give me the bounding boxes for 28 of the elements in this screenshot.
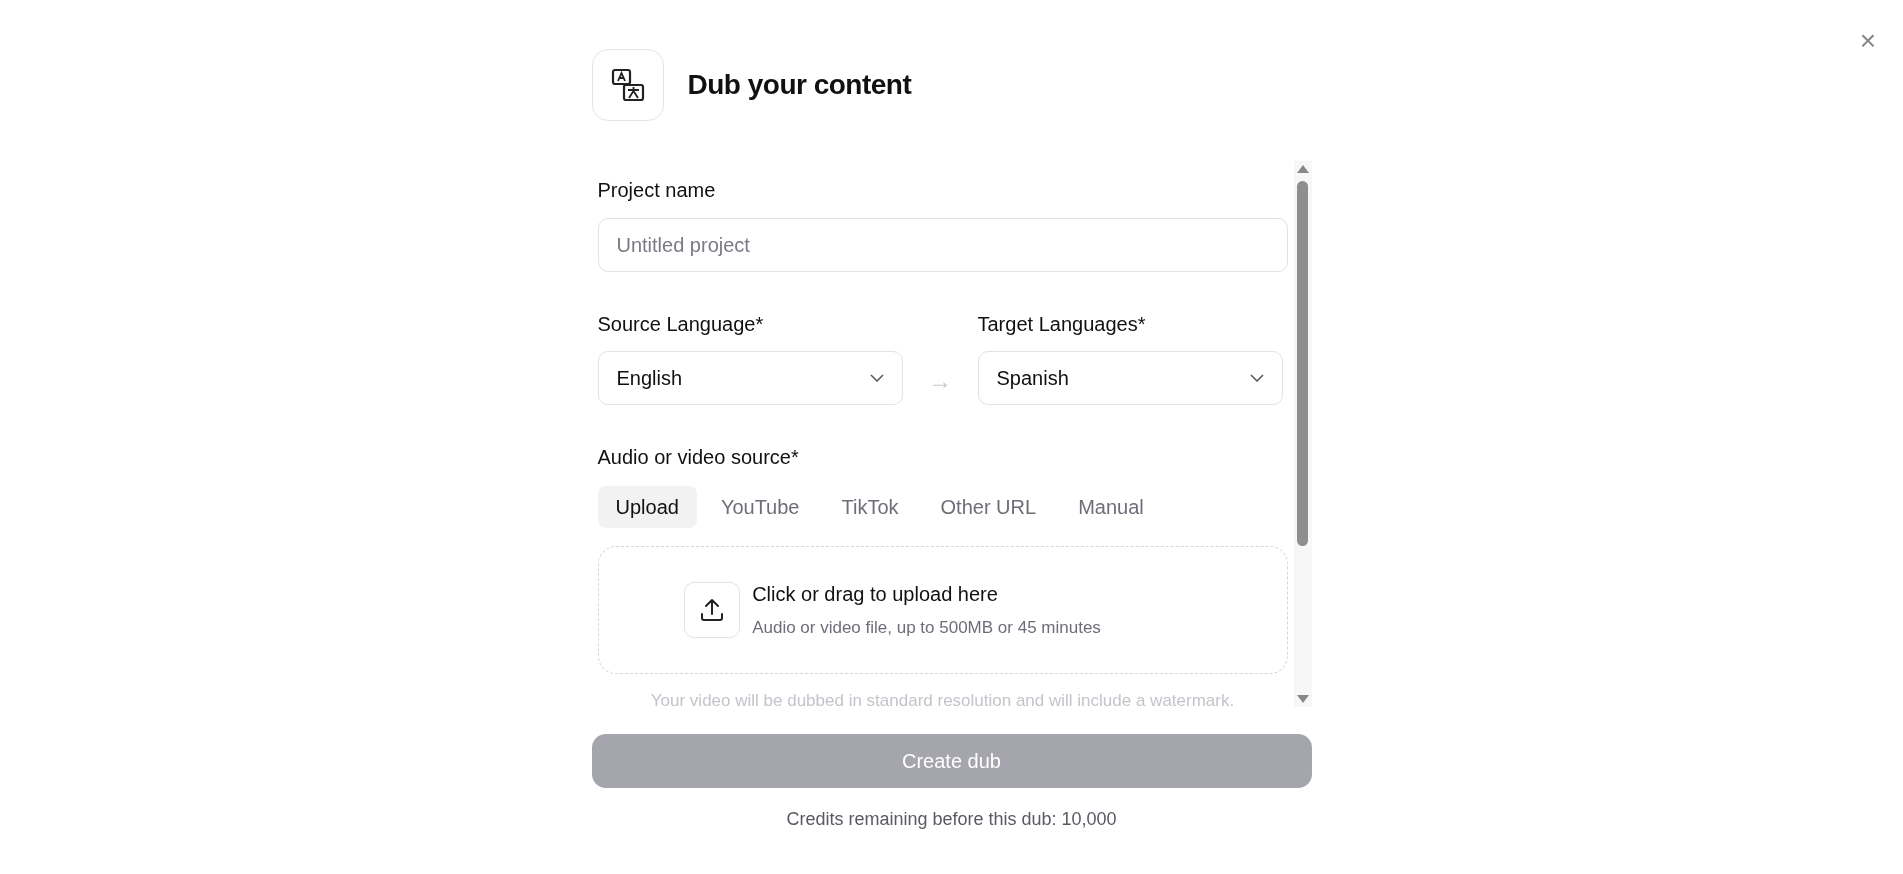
- translate-icon: [610, 68, 645, 102]
- upload-icon: [699, 597, 726, 623]
- source-tab[interactable]: YouTube: [702, 486, 818, 528]
- scrollbar[interactable]: [1293, 161, 1312, 707]
- field-label: Source Language*: [597, 312, 765, 337]
- project-name-field[interactable]: Untitled project: [597, 218, 1288, 272]
- source-tab[interactable]: TikTok: [823, 486, 917, 528]
- field-label: Audio or video source*: [597, 445, 800, 470]
- source-tab[interactable]: Manual: [1060, 486, 1162, 528]
- arrow-icon: →: [928, 363, 952, 399]
- field-label: Target Languages*: [977, 312, 1147, 337]
- scroll-down-icon[interactable]: [1296, 695, 1309, 703]
- upload-hint: Audio or video file, up to 500MB or 45 minutes: [752, 617, 1101, 640]
- field-label: Project name: [597, 178, 717, 203]
- target-languages-select[interactable]: Spanish: [977, 351, 1283, 405]
- source-tab[interactable]: Other URL: [922, 486, 1055, 528]
- credits-text: Credits remaining before this dub: 10,000: [785, 808, 1118, 831]
- scrollbar-thumb[interactable]: [1297, 181, 1308, 546]
- source-language-select[interactable]: English: [597, 351, 903, 405]
- upload-title: Click or drag to upload here: [752, 582, 999, 608]
- upload-dropzone[interactable]: Click or drag to upload here Audio or video file, up to 500MB or 45 minutes: [597, 546, 1288, 674]
- watermark-notice: Your video will be dubbed in standard resolution and will include a watermark.: [649, 690, 1236, 707]
- chevron-down-icon: [869, 374, 884, 382]
- scroll-up-icon[interactable]: [1296, 165, 1309, 173]
- source-tab[interactable]: Upload: [597, 486, 697, 528]
- dialog-title: Dub your content: [687, 68, 912, 102]
- chevron-down-icon: [1249, 374, 1264, 382]
- close-button[interactable]: ×: [1853, 26, 1883, 56]
